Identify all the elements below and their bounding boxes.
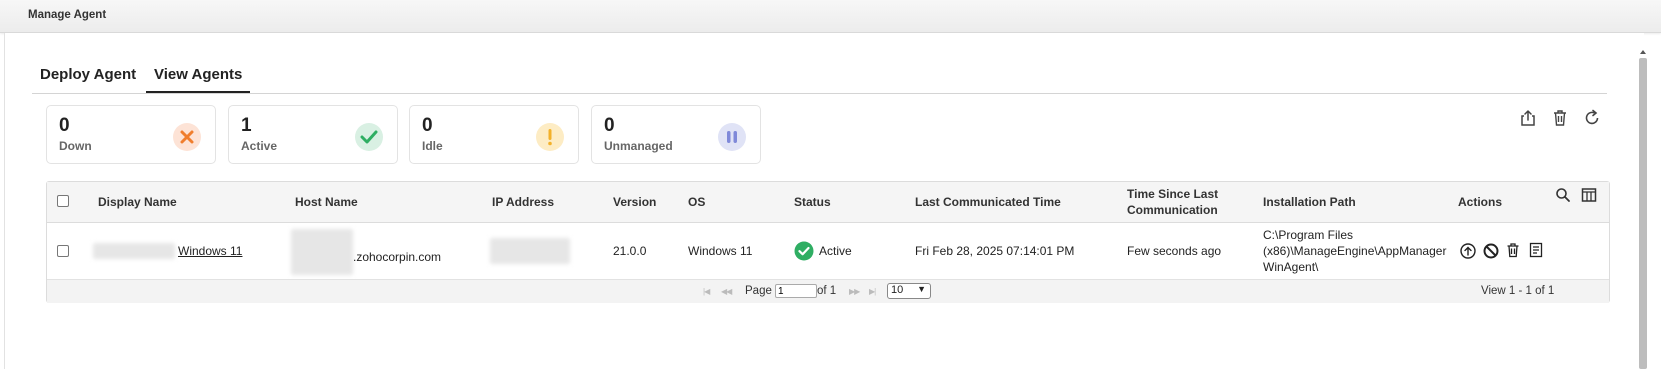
col-time-since[interactable]: Time Since Last Communication [1127,186,1237,218]
chevron-down-icon: ▼ [917,284,926,294]
exclamation-icon [536,123,564,151]
table-footer: |◀ ◀◀ Page of 1 ▶▶ ▶| 10 ▼ View 1 - 1 of… [47,279,1609,303]
page-label: Page [745,285,772,297]
page-of-label: of 1 [817,285,837,297]
disable-icon[interactable] [1483,243,1499,264]
col-ip-address[interactable]: IP Address [492,194,554,210]
active-label: Active [241,139,278,153]
tab-deploy-agent[interactable]: Deploy Agent [40,66,136,83]
col-os[interactable]: OS [688,194,705,210]
col-status[interactable]: Status [794,194,831,210]
last-page-icon[interactable]: ▶| [869,287,876,296]
check-icon [355,123,383,151]
search-icon[interactable] [1555,187,1571,208]
window-title: Manage Agent [28,9,107,21]
tab-view-agents[interactable]: View Agents [145,66,251,93]
check-circle-icon [794,241,814,266]
col-host-name[interactable]: Host Name [295,194,358,210]
last-communicated-value: Fri Feb 28, 2025 07:14:01 PM [915,244,1075,258]
idle-count: 0 [422,115,433,136]
install-path-line-3: WinAgent\ [1263,260,1319,274]
scroll-up-arrow-icon[interactable] [1640,50,1646,54]
delete-icon[interactable] [1505,242,1521,263]
agents-table: Display Name Host Name IP Address Versio… [46,181,1610,303]
down-label: Down [59,139,92,153]
next-page-icon[interactable]: ▶▶ [849,287,860,296]
prev-page-icon[interactable]: ◀◀ [721,287,732,296]
redacted-host-name [291,229,353,275]
down-count: 0 [59,115,70,136]
log-icon[interactable] [1528,242,1544,263]
summary-card-idle[interactable]: 0 Idle [409,105,579,164]
page-size-select[interactable]: 10 ▼ [887,283,931,299]
time-since-value: Few seconds ago [1127,244,1222,258]
version-value: 21.0.0 [613,244,647,258]
tab-bar: Deploy Agent View Agents [32,58,1607,94]
col-last-communicated[interactable]: Last Communicated Time [915,194,1061,210]
col-display-name[interactable]: Display Name [98,194,177,210]
install-path-line-1: C:\Program Files [1263,228,1354,242]
redacted-display-name [93,243,175,259]
col-version[interactable]: Version [613,194,656,210]
table-header: Display Name Host Name IP Address Versio… [47,182,1609,223]
display-name-link[interactable]: Windows 11 [178,244,242,259]
view-range-label: View 1 - 1 of 1 [1481,285,1555,297]
status-value: Active [819,244,852,258]
export-icon[interactable] [1518,108,1538,128]
redacted-ip-address [490,238,570,264]
table-row[interactable]: Windows 11 .zohocorpin.com 21.0.0 Window… [47,223,1609,279]
refresh-icon[interactable] [1582,108,1602,128]
host-name-value: .zohocorpin.com [353,250,442,264]
active-count: 1 [241,115,252,136]
select-all-checkbox[interactable] [57,195,69,207]
page-number-input[interactable] [775,284,817,298]
col-installation-path[interactable]: Installation Path [1263,194,1356,210]
scroll-thumb[interactable] [1639,58,1647,369]
columns-icon[interactable] [1581,187,1597,208]
vertical-scrollbar[interactable] [1631,44,1661,369]
summary-card-down[interactable]: 0 Down [46,105,216,164]
summary-card-unmanaged[interactable]: 0 Unmanaged [591,105,761,164]
delete-icon[interactable] [1550,108,1570,128]
x-icon [173,123,201,151]
install-path-line-2: (x86)\ManageEngine\AppManager [1263,244,1447,258]
unmanaged-count: 0 [604,115,615,136]
col-actions: Actions [1458,195,1503,209]
first-page-icon[interactable]: |◀ [703,287,710,296]
page-size-value: 10 [891,284,904,296]
row-checkbox[interactable] [57,245,69,257]
unmanaged-label: Unmanaged [604,139,673,153]
window-titlebar: Manage Agent [0,0,1661,33]
os-value: Windows 11 [688,244,753,258]
summary-card-active[interactable]: 1 Active [228,105,398,164]
idle-label: Idle [422,139,443,153]
pause-icon [718,123,746,151]
upgrade-icon[interactable] [1460,243,1476,264]
